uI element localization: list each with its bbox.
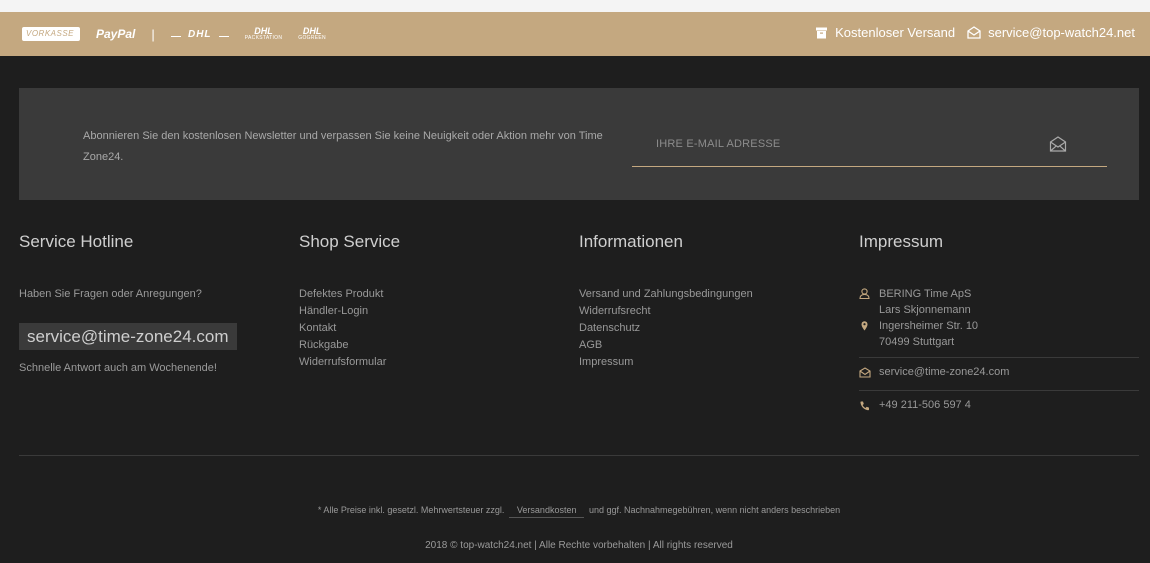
- column-title: Service Hotline: [19, 232, 134, 251]
- payment-logos: VORKASSE PayPal | DHL DHL PACKSTATION DH…: [22, 24, 326, 44]
- envelope-open-icon: [967, 26, 981, 39]
- column-title: Shop Service: [299, 232, 401, 251]
- list-item: Widerrufsformular: [299, 354, 386, 371]
- impressum-street: Ingersheimer Str. 10: [879, 320, 979, 332]
- vat-note: * Alle Preise inkl. gesetzl. Mehrwertste…: [0, 505, 1150, 518]
- list-item: Händler-Login: [299, 303, 386, 320]
- link-impressum[interactable]: Impressum: [579, 356, 633, 368]
- newsletter-form: [632, 128, 1107, 167]
- newsletter-text: Abonnieren Sie den kostenlosen Newslette…: [83, 130, 603, 163]
- link-widerrufsrecht[interactable]: Widerrufsrecht: [579, 305, 651, 317]
- impressum-email[interactable]: service@time-zone24.com: [879, 366, 1009, 378]
- link-kontakt[interactable]: Kontakt: [299, 322, 336, 334]
- informationen-links: Versand und Zahlungsbedingungen Widerruf…: [579, 286, 753, 371]
- dhl-gogreen-logo: DHL GOGREEN: [298, 26, 326, 41]
- user-icon: [859, 288, 870, 299]
- shop-service-column: Shop Service Defektes Produkt Händler-Lo…: [299, 232, 579, 368]
- header-email-link[interactable]: service@top-watch24.net: [967, 25, 1135, 40]
- newsletter-email-input[interactable]: [632, 128, 1052, 160]
- impressum-email-row[interactable]: service@time-zone24.com: [859, 366, 1009, 378]
- list-item: Kontakt: [299, 320, 386, 337]
- link-versand-zahlung[interactable]: Versand und Zahlungsbedingungen: [579, 288, 753, 300]
- vat-note-before: * Alle Preise inkl. gesetzl. Mehrwertste…: [317, 505, 505, 515]
- service-hotline-column: Service Hotline Haben Sie Fragen oder An…: [19, 232, 299, 374]
- list-item: Datenschutz: [579, 320, 753, 337]
- box-icon: [816, 27, 828, 38]
- newsletter-submit-button[interactable]: [1049, 136, 1069, 156]
- dhl-logo: DHL: [170, 29, 229, 40]
- link-haendler-login[interactable]: Händler-Login: [299, 305, 368, 317]
- link-datenschutz[interactable]: Datenschutz: [579, 322, 640, 334]
- impressum-phone[interactable]: +49 211-506 597 4: [879, 399, 971, 411]
- informationen-column: Informationen Versand und Zahlungsbeding…: [579, 232, 859, 368]
- shop-service-links: Defektes Produkt Händler-Login Kontakt R…: [299, 286, 386, 371]
- impressum-city: 70499 Stuttgart: [879, 336, 955, 348]
- free-shipping-note: Kostenloser Versand: [815, 25, 955, 40]
- versandkosten-link[interactable]: Versandkosten: [508, 505, 585, 518]
- paybar-contact: Kostenloser Versand service@top-watch24.…: [803, 25, 1135, 40]
- vorkasse-logo: VORKASSE: [22, 27, 80, 41]
- vat-note-after: und ggf. Nachnahmegebühren, wenn nicht a…: [588, 505, 841, 515]
- column-title: Informationen: [579, 232, 683, 251]
- top-strip: [0, 0, 1150, 12]
- link-rueckgabe[interactable]: Rückgabe: [299, 339, 349, 351]
- map-pin-icon: [861, 321, 868, 331]
- link-widerrufsformular[interactable]: Widerrufsformular: [299, 356, 386, 368]
- envelope-open-icon: [859, 367, 871, 378]
- list-item: Rückgabe: [299, 337, 386, 354]
- envelope-open-icon: [1049, 136, 1067, 152]
- impressum-divider: [859, 390, 1139, 391]
- impressum-location-row: Ingersheimer Str. 10 70499 Stuttgart: [859, 318, 1139, 350]
- header-email[interactable]: service@top-watch24.net: [988, 25, 1135, 40]
- newsletter-box: Abonnieren Sie den kostenlosen Newslette…: [19, 88, 1139, 200]
- logo-separator: |: [151, 26, 155, 42]
- list-item: AGB: [579, 337, 753, 354]
- list-item: Widerrufsrecht: [579, 303, 753, 320]
- paypal-logo: PayPal: [96, 27, 136, 41]
- column-title: Impressum: [859, 232, 944, 251]
- list-item: Versand und Zahlungsbedingungen: [579, 286, 753, 303]
- payment-bar: VORKASSE PayPal | DHL DHL PACKSTATION DH…: [0, 12, 1150, 56]
- impressum-divider: [859, 357, 1139, 358]
- hotline-question: Haben Sie Fragen oder Anregungen?: [19, 288, 202, 300]
- list-item: Defektes Produkt: [299, 286, 386, 303]
- dhl-packstation-logo: DHL PACKSTATION: [244, 26, 283, 41]
- hotline-email[interactable]: service@time-zone24.com: [19, 323, 237, 350]
- phone-icon: [860, 401, 869, 411]
- link-agb[interactable]: AGB: [579, 339, 602, 351]
- footer-divider: [19, 455, 1139, 456]
- impressum-person: Lars Skjonnemann: [879, 304, 971, 316]
- copyright: 2018 © top-watch24.net | Alle Rechte vor…: [425, 540, 733, 551]
- hotline-subtext: Schnelle Antwort auch am Wochenende!: [19, 362, 217, 374]
- impressum-phone-row[interactable]: +49 211-506 597 4: [859, 399, 971, 411]
- impressum-address: BERING Time ApS Lars Skjonnemann Ingersh…: [859, 286, 1139, 350]
- impressum-column: Impressum BERING Time ApS Lars Skjonnema…: [859, 232, 1139, 411]
- free-shipping-label: Kostenloser Versand: [835, 25, 956, 40]
- list-item: Impressum: [579, 354, 753, 371]
- link-defektes-produkt[interactable]: Defektes Produkt: [299, 288, 383, 300]
- impressum-company-row: BERING Time ApS Lars Skjonnemann: [859, 286, 1139, 318]
- impressum-company: BERING Time ApS: [879, 288, 972, 300]
